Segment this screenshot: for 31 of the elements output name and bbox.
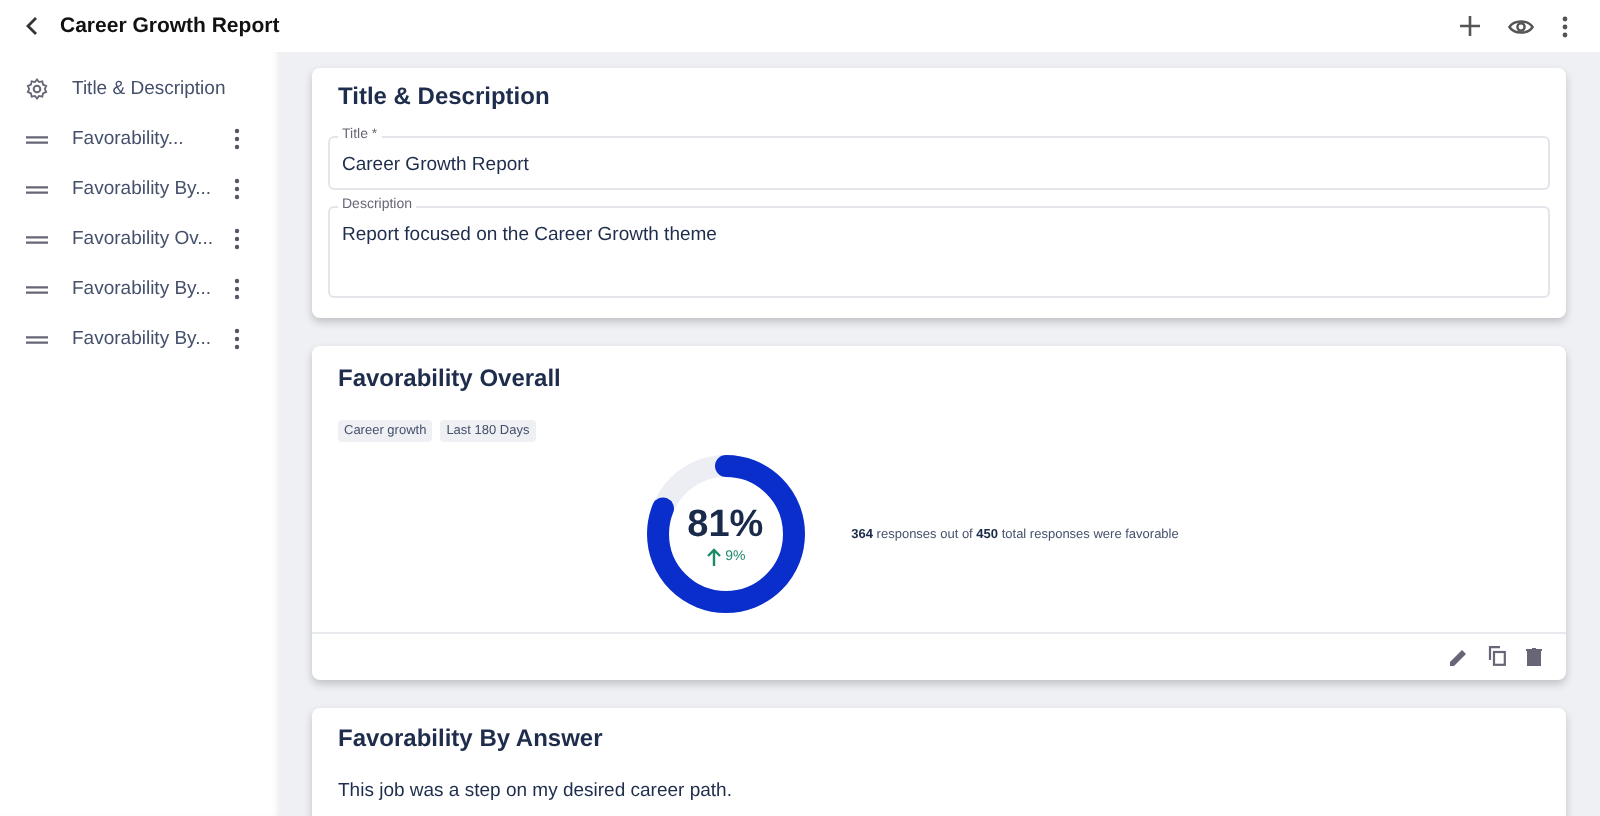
back-icon[interactable] bbox=[24, 16, 40, 36]
question-text: This job was a step on my desired career path. bbox=[338, 780, 734, 802]
drag-handle-icon[interactable] bbox=[26, 335, 48, 343]
copy-icon[interactable] bbox=[1488, 646, 1506, 666]
drag-handle-icon[interactable] bbox=[26, 185, 48, 193]
more-icon[interactable] bbox=[234, 128, 240, 150]
plus-icon[interactable] bbox=[1460, 16, 1480, 36]
more-icon[interactable] bbox=[234, 228, 240, 250]
drag-handle-icon[interactable] bbox=[26, 285, 48, 293]
card-title: Favorability By Answer bbox=[338, 722, 605, 756]
pencil-icon[interactable] bbox=[1450, 647, 1468, 665]
sidebar-item[interactable]: Favorability By... bbox=[72, 328, 234, 350]
sidebar-item[interactable]: Title & Description bbox=[72, 78, 240, 100]
percent-value: 81% bbox=[687, 503, 764, 547]
more-icon[interactable] bbox=[1562, 15, 1568, 37]
sidebar-item[interactable]: Favorability By... bbox=[72, 278, 234, 300]
sidebar-item[interactable]: Favorability Ov... bbox=[72, 228, 234, 250]
drag-handle-icon[interactable] bbox=[26, 235, 48, 243]
eye-icon[interactable] bbox=[1508, 17, 1534, 35]
card-title: Favorability Overall bbox=[336, 362, 563, 396]
drag-handle-icon[interactable] bbox=[26, 135, 48, 143]
trash-icon[interactable] bbox=[1526, 647, 1542, 665]
more-icon[interactable] bbox=[234, 178, 240, 200]
card-title: Title & Description bbox=[336, 80, 552, 114]
sidebar-item[interactable]: Favorability By... bbox=[72, 178, 234, 200]
sidebar-item[interactable]: Favorability... bbox=[72, 128, 234, 150]
more-icon[interactable] bbox=[234, 278, 240, 300]
more-icon[interactable] bbox=[234, 328, 240, 350]
gear-icon bbox=[26, 78, 48, 100]
arrow-up-icon bbox=[705, 547, 722, 565]
page-title: Career Growth Report bbox=[60, 14, 280, 38]
